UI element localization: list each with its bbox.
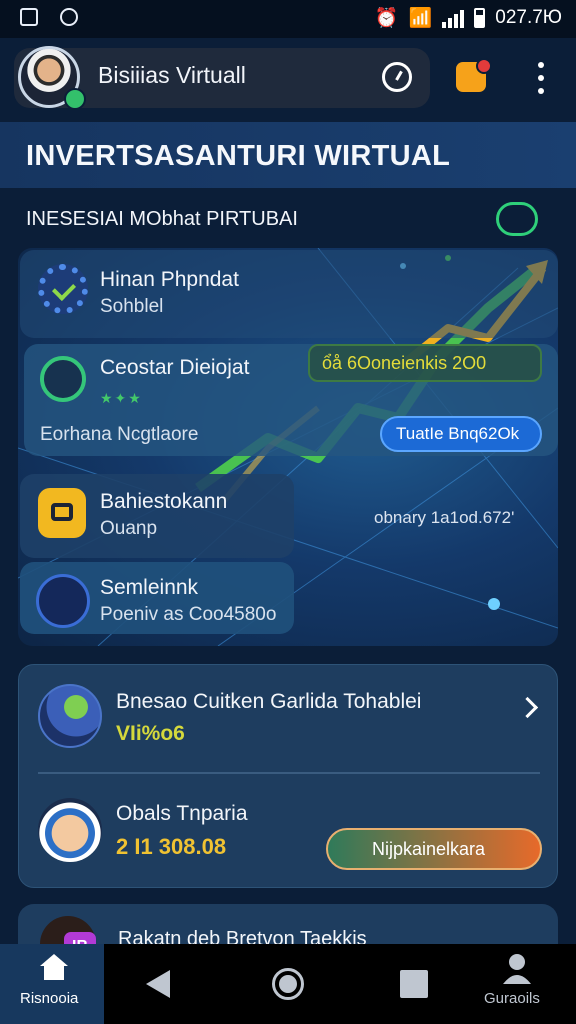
recents-icon[interactable] xyxy=(400,970,428,998)
rating-stars-icon: ★✦★ xyxy=(100,390,143,406)
status-right: ⏰ 📶 027.7Ю xyxy=(375,6,562,30)
home-icon[interactable] xyxy=(38,952,70,982)
card2-badge-text: ổå 6Ooneienkis 2O0 xyxy=(322,353,487,373)
card4-title: Semleinnk xyxy=(100,576,199,599)
clock-arrow-icon[interactable] xyxy=(496,202,538,236)
card1-subtitle: Sohblel xyxy=(100,296,164,317)
app-title: Bisiiias Virtuall xyxy=(98,62,246,88)
online-status-icon xyxy=(64,88,86,110)
card2-subtitle: Eorhana Ncgtlaore xyxy=(40,424,199,445)
list-item2-button-label[interactable]: Nijpkainelkara xyxy=(372,839,485,860)
card2-action-label[interactable]: TuatIe Bnq62Ok xyxy=(396,424,519,444)
gear-check-icon xyxy=(38,264,88,314)
sync-icon xyxy=(60,8,78,26)
person-icon xyxy=(36,574,90,628)
list-item2-value: 2 I1 308.08 xyxy=(116,834,227,859)
card3-title: Bahiestokann xyxy=(100,490,228,513)
card1-title: Hinan Phpndat xyxy=(100,268,239,291)
avatar-icon xyxy=(38,798,102,862)
chat-icon xyxy=(40,356,86,402)
alarm-icon: ⏰ xyxy=(374,8,399,29)
card4-subtitle: Poeniv as Coo4580o xyxy=(100,604,277,625)
notification-dot xyxy=(476,58,492,74)
back-icon[interactable] xyxy=(146,970,170,998)
clock-icon[interactable] xyxy=(382,62,412,92)
card2-title: Ceostar Dieiojat xyxy=(100,356,250,379)
more-vert-icon[interactable] xyxy=(530,62,552,94)
nav-profile-label[interactable]: Guraoils xyxy=(484,990,540,1007)
section-title: INESESIAI MObhat PIRTUBAI xyxy=(26,208,298,230)
list-item1-title[interactable]: Bnesao Cuitken Garlida Tohablei xyxy=(116,690,421,714)
list-item2-title: Obals Tnparia xyxy=(116,802,248,825)
banner-title: INVERTSASANTURI WIRTUAL xyxy=(26,140,451,172)
wifi-icon: 📶 xyxy=(408,8,433,29)
card3-subtitle: Ouanp xyxy=(100,518,158,539)
battery-icon xyxy=(474,8,486,28)
status-left-icons xyxy=(20,8,78,26)
card-overview[interactable] xyxy=(20,250,558,338)
card3-metric: obnary 1a1od.672' xyxy=(374,508,515,527)
investment-icon xyxy=(38,684,102,748)
profile-icon[interactable] xyxy=(500,952,534,986)
status-time: 027.7Ю xyxy=(495,7,562,28)
notification-box-icon xyxy=(20,8,38,26)
list-divider xyxy=(38,772,540,774)
nav-home-label[interactable]: Risnooia xyxy=(20,990,78,1007)
home-circle-icon[interactable] xyxy=(272,968,304,1000)
box-icon xyxy=(38,488,86,538)
list-item1-value: VIi%o6 xyxy=(116,722,185,745)
signal-icon xyxy=(442,8,465,28)
